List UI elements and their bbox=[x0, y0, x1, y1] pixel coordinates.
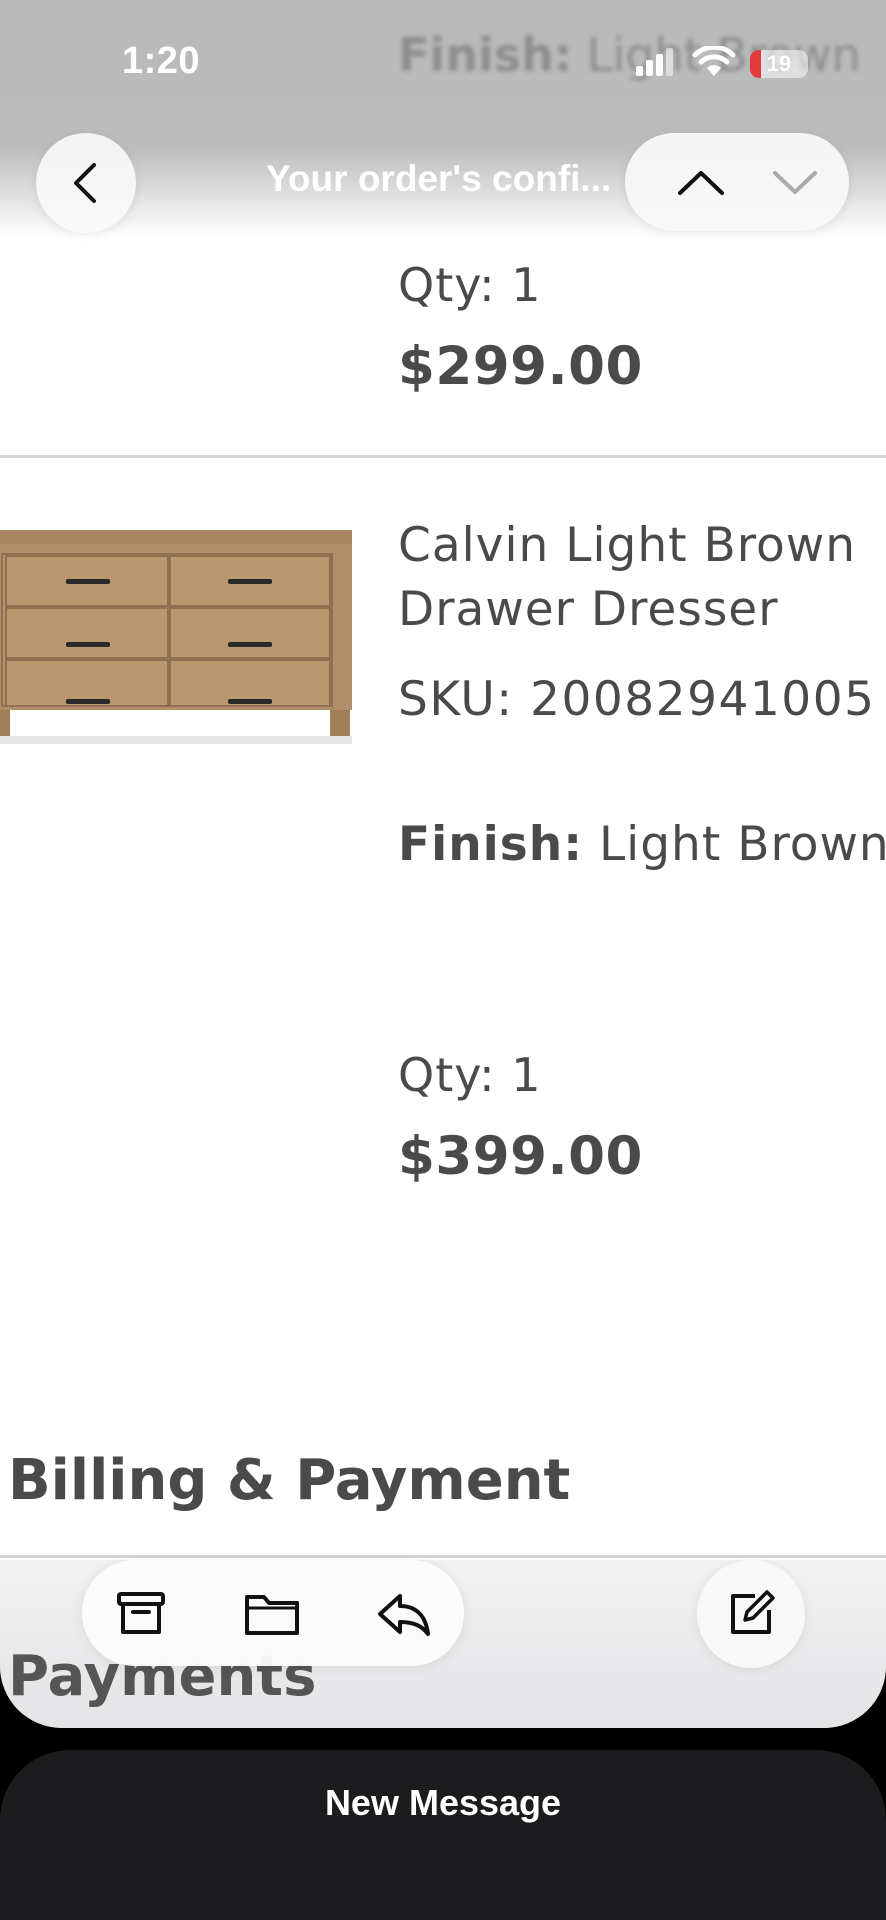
battery-level: 19 bbox=[766, 51, 792, 76]
mail-actions-toolbar bbox=[82, 1560, 464, 1666]
section-divider bbox=[0, 1555, 886, 1558]
compose-button[interactable] bbox=[697, 1560, 805, 1668]
next-message-button[interactable] bbox=[745, 155, 845, 209]
wifi-icon bbox=[692, 46, 736, 76]
new-message-label[interactable]: New Message bbox=[0, 1782, 886, 1824]
message-navigation-control bbox=[625, 133, 849, 231]
archive-button[interactable] bbox=[111, 1584, 171, 1644]
battery-indicator: 19 bbox=[750, 50, 808, 78]
item-2-sku: SKU: 20082941005 bbox=[398, 672, 876, 727]
item-2-name-line-2: Drawer Dresser bbox=[398, 582, 779, 637]
folder-icon bbox=[245, 1595, 299, 1635]
reply-button[interactable] bbox=[374, 1584, 434, 1644]
chevron-down-icon bbox=[773, 171, 817, 194]
archive-icon bbox=[117, 1592, 165, 1634]
compose-icon bbox=[731, 1590, 775, 1634]
email-subject-title: Your order's confi... bbox=[266, 158, 612, 199]
reply-icon bbox=[378, 1594, 430, 1636]
item-2-qty: Qty: 1 bbox=[398, 1048, 542, 1102]
item-1-qty: Qty: 1 bbox=[398, 258, 542, 312]
item-2-finish: Finish: Light Brown bbox=[398, 817, 886, 872]
move-to-folder-button[interactable] bbox=[242, 1584, 302, 1644]
back-button[interactable] bbox=[36, 133, 136, 233]
chevron-left-icon bbox=[74, 163, 96, 203]
dresser-image[interactable] bbox=[0, 524, 352, 754]
item-1-price: $299.00 bbox=[398, 336, 643, 397]
item-divider bbox=[0, 455, 886, 458]
billing-payment-heading: Billing & Payment bbox=[8, 1448, 571, 1513]
chevron-up-icon bbox=[678, 171, 724, 195]
previous-message-button[interactable] bbox=[649, 155, 753, 209]
new-message-draft-sheet[interactable] bbox=[0, 1750, 886, 1920]
item-2-price: $399.00 bbox=[398, 1126, 643, 1187]
status-time: 1:20 bbox=[122, 40, 201, 82]
item-2-name-line-1: Calvin Light Brown bbox=[398, 518, 857, 573]
cellular-signal-icon bbox=[636, 48, 673, 76]
email-view: Finish: Light Brown 1:20 19 Your order's… bbox=[0, 0, 886, 1728]
